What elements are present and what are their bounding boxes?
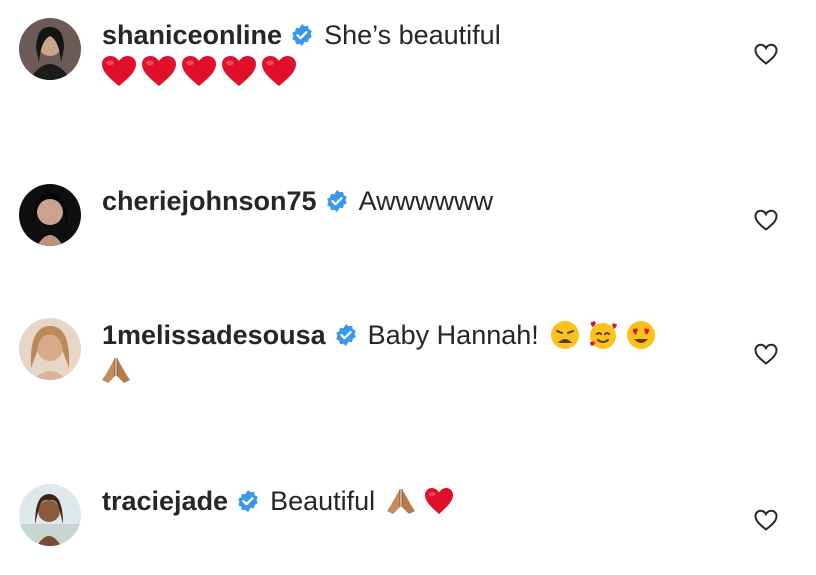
username[interactable]: 1melissadesousa [102, 318, 326, 352]
comment-line: shaniceonline She’s beautiful [102, 18, 501, 52]
red-heart-emoji [182, 56, 216, 86]
emoji-row [100, 354, 138, 386]
heart-eyes-face-emoji [626, 321, 655, 349]
comment-line: 1melissadesousa Baby Hannah! [102, 318, 663, 352]
heart-outline-icon[interactable] [753, 208, 779, 232]
comment-line: cheriejohnson75 Awwwwww [102, 184, 493, 218]
comment-text: Beautiful [270, 486, 376, 516]
username[interactable]: traciejade [102, 484, 228, 518]
emoji-group [549, 319, 663, 351]
red-heart-emoji [142, 56, 176, 86]
red-heart-emoji [262, 56, 296, 86]
username[interactable]: cheriejohnson75 [102, 184, 317, 218]
smiling-face-with-hearts-emoji [589, 321, 617, 349]
verified-badge-icon [238, 490, 258, 512]
comment-text: Baby Hannah! [367, 320, 539, 350]
red-heart-emoji [222, 56, 256, 86]
heart-outline-icon[interactable] [753, 508, 779, 532]
folded-hands-emoji [387, 489, 416, 514]
verified-badge-icon [326, 190, 347, 212]
folded-hands-emoji [102, 358, 130, 383]
avatar[interactable] [19, 18, 81, 80]
comment-text: She’s beautiful [324, 20, 501, 50]
avatar[interactable] [19, 184, 81, 246]
emoji-group [385, 485, 461, 517]
heart-outline-icon[interactable] [753, 342, 779, 366]
emoji-row [100, 54, 300, 88]
avatar[interactable] [19, 318, 81, 380]
avatar[interactable] [19, 484, 81, 546]
heart-outline-icon[interactable] [753, 42, 779, 66]
comment-text: Awwwwww [358, 186, 494, 216]
verified-badge-icon [335, 324, 356, 346]
comment-line: traciejade Beautiful [102, 484, 461, 518]
username[interactable]: shaniceonline [102, 18, 282, 52]
red-heart-emoji [425, 488, 454, 514]
verified-badge-icon [292, 24, 312, 46]
red-heart-emoji [102, 56, 136, 86]
weary-face-emoji [550, 321, 579, 349]
